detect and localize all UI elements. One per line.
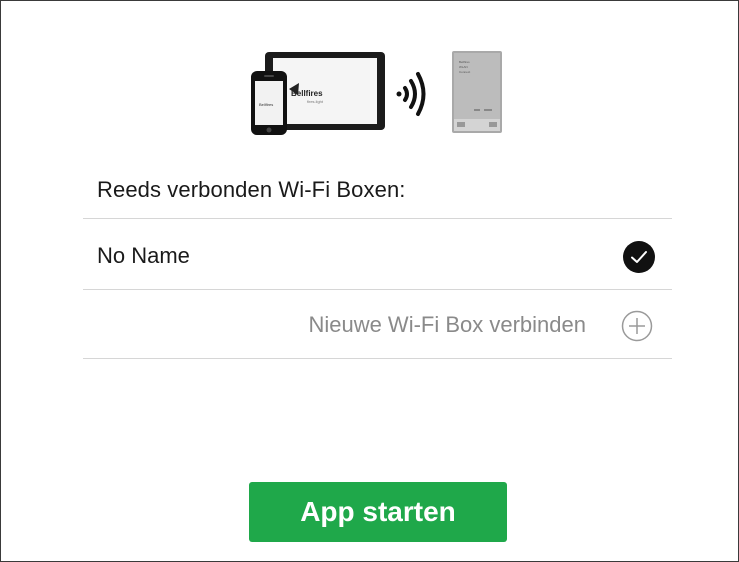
start-app-button[interactable]: App starten — [249, 482, 507, 542]
plus-circle-icon — [621, 310, 653, 342]
logo-subtext: fires.light — [307, 99, 324, 104]
wifi-signal-icon — [396, 72, 426, 116]
hero-illustration: Bellfires fires.light Bellfires Bellfire… — [251, 51, 502, 135]
tablet-phone-icon: Bellfires fires.light Bellfires — [251, 52, 385, 135]
connect-new-box-button[interactable]: Nieuwe Wi-Fi Box verbinden — [83, 291, 672, 357]
wifi-box-device-icon: Bellfires WLAN Connect — [452, 51, 502, 133]
check-icon — [623, 241, 655, 273]
connect-new-box-label: Nieuwe Wi-Fi Box verbinden — [308, 312, 586, 337]
connected-box-name: No Name — [97, 243, 190, 268]
svg-text:Bellfires: Bellfires — [259, 102, 273, 107]
svg-text:Connect: Connect — [459, 70, 470, 74]
connected-boxes-heading: Reeds verbonden Wi-Fi Boxen: — [97, 177, 406, 202]
setup-screen: Bellfires fires.light Bellfires Bellfire… — [0, 0, 739, 562]
svg-text:Bellfires: Bellfires — [459, 60, 470, 64]
divider — [83, 289, 672, 290]
connected-box-row[interactable]: No Name — [83, 219, 672, 289]
divider — [83, 358, 672, 359]
svg-text:WLAN: WLAN — [459, 65, 468, 69]
